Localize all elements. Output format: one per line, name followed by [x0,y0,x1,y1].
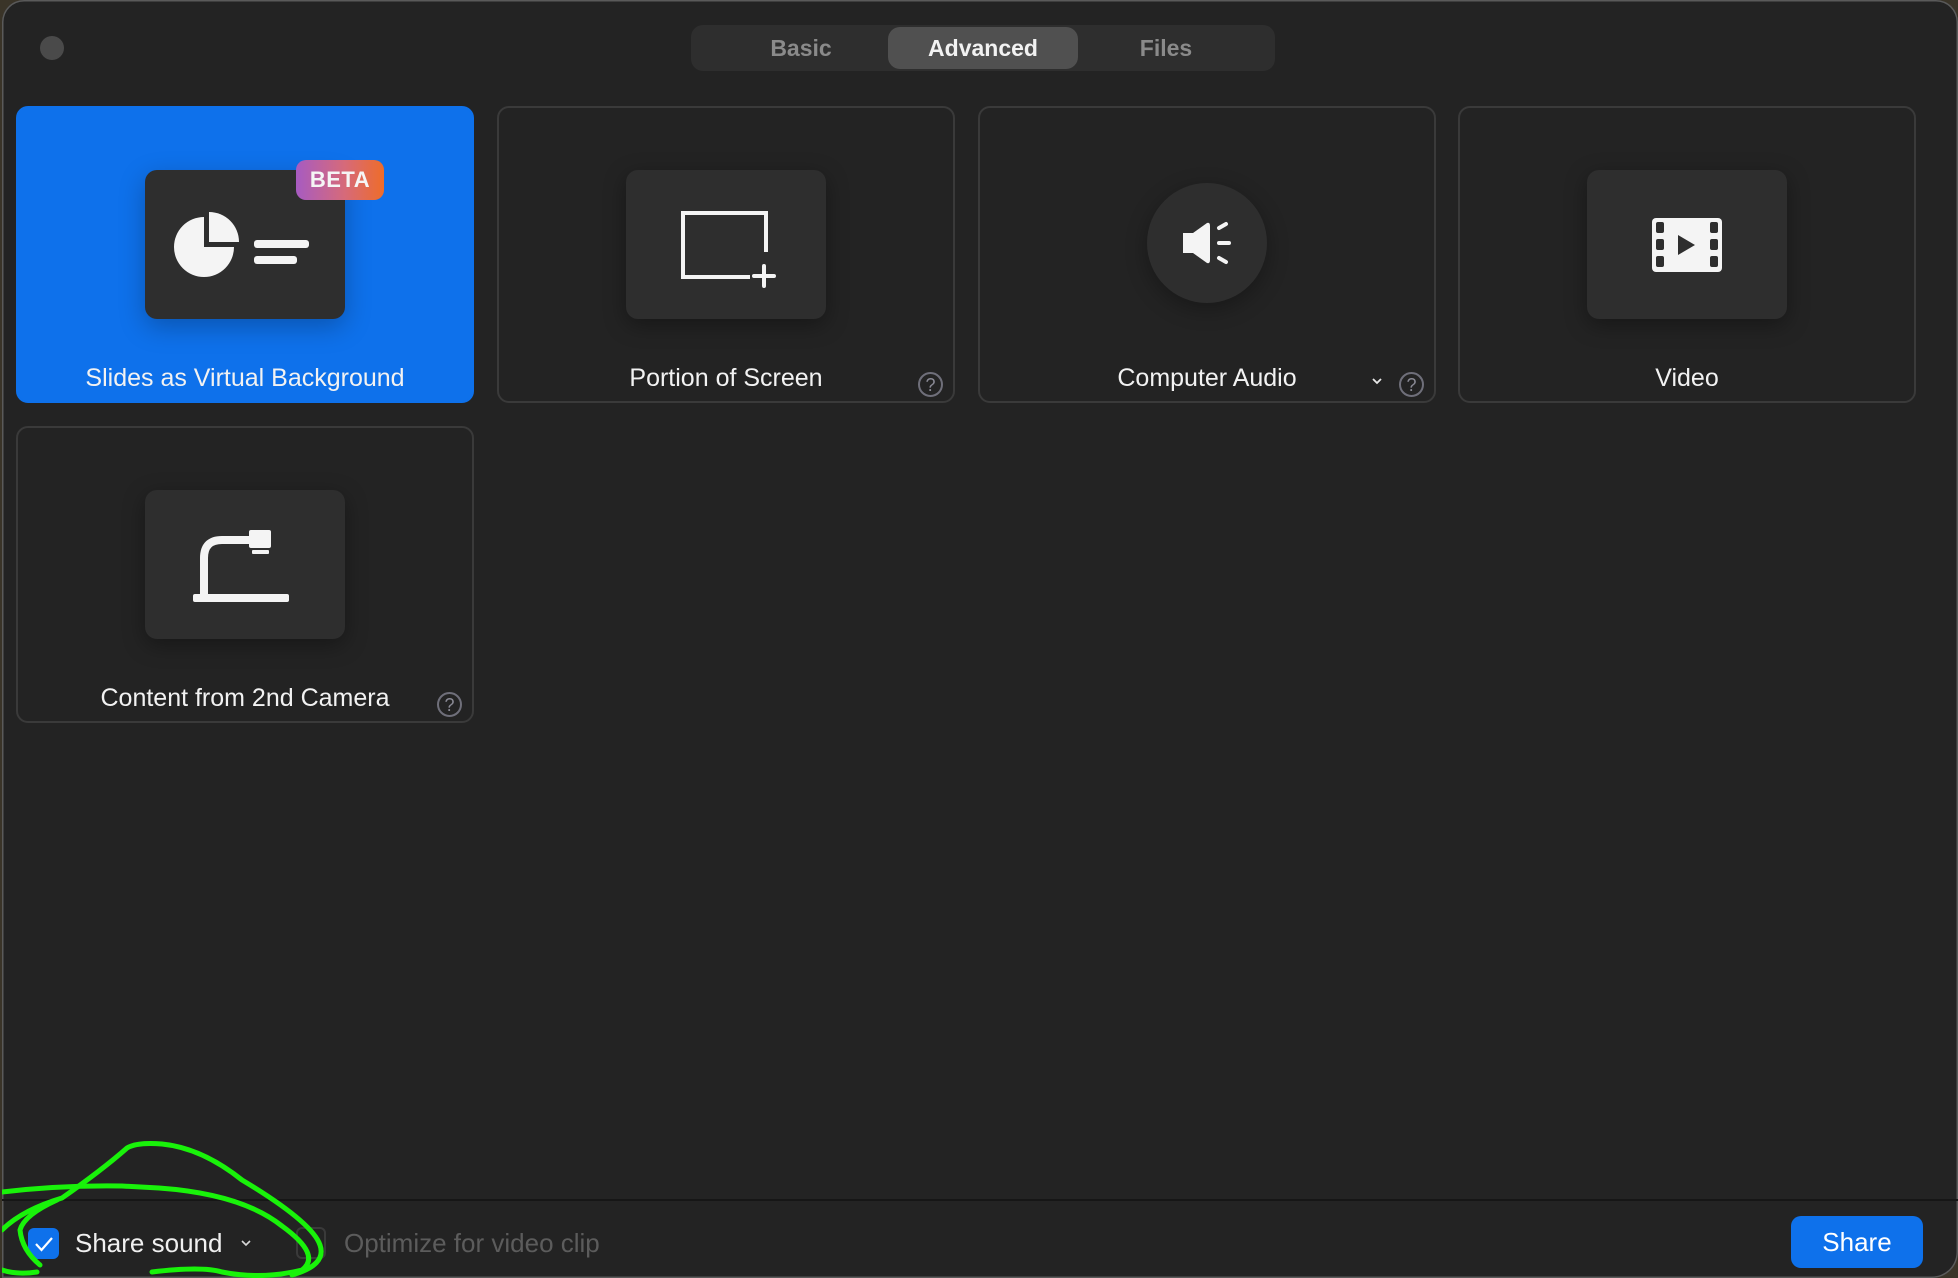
beta-badge: BETA [296,160,384,200]
share-button[interactable]: Share [1791,1216,1923,1268]
tab-bar: Basic Advanced Files [691,25,1275,71]
chevron-down-icon[interactable] [1370,374,1384,388]
share-sound-label[interactable]: Share sound [75,1228,222,1259]
card-label: Content from 2nd Camera [100,684,390,712]
help-icon[interactable]: ? [1399,372,1424,397]
card-label: Computer Audio [1117,364,1297,392]
document-camera-icon [193,529,289,602]
card-label: Portion of Screen [629,364,823,392]
footer-divider [2,1199,1958,1201]
card-video[interactable]: Video [1458,106,1916,403]
screen-portion-icon [681,210,776,288]
tab-basic[interactable]: Basic [721,25,881,71]
film-play-icon [1652,217,1722,272]
window-close-button[interactable] [40,36,64,60]
slides-chart-icon [174,211,309,277]
tab-advanced[interactable]: Advanced [888,27,1078,69]
portion-icon-box [626,170,826,319]
optimize-video-checkbox[interactable] [296,1227,326,1259]
card-label: Video [1655,364,1719,392]
card-computer-audio[interactable]: Computer Audio ? [978,106,1436,403]
card-label: Slides as Virtual Background [85,364,405,392]
card-content-2nd-camera[interactable]: Content from 2nd Camera ? [16,426,474,723]
tab-files[interactable]: Files [1086,25,1246,71]
checkmark-icon [34,1236,53,1252]
audio-icon-circle [1147,183,1267,303]
camera-icon-box [145,490,345,639]
optimize-video-label[interactable]: Optimize for video clip [344,1228,600,1259]
card-slides-virtual-background[interactable]: BETA Slides as Virtual Background [16,106,474,403]
help-icon[interactable]: ? [437,692,462,717]
help-icon[interactable]: ? [918,372,943,397]
share-sound-checkbox[interactable] [28,1228,59,1259]
share-screen-window: Basic Advanced Files BETA Slides as Virt… [2,0,1958,1278]
chevron-down-icon[interactable] [239,1236,253,1250]
speaker-icon [1183,222,1231,264]
video-icon-box [1587,170,1787,319]
card-portion-of-screen[interactable]: Portion of Screen ? [497,106,955,403]
